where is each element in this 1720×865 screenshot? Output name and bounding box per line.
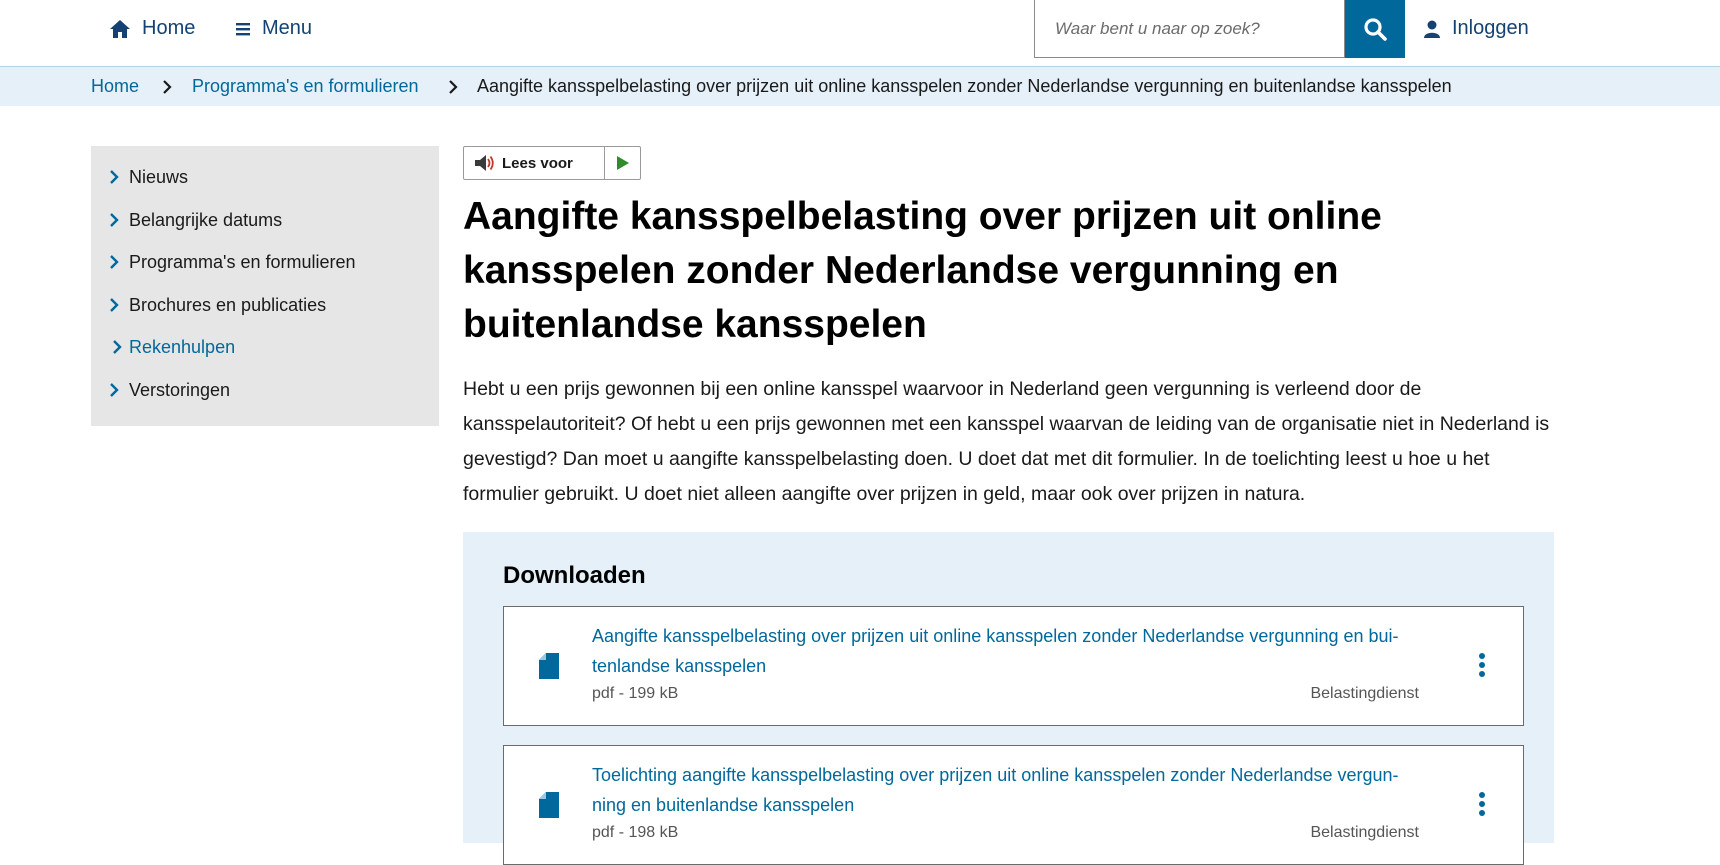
- menu-button-label: Menu: [262, 17, 313, 39]
- more-vertical-icon[interactable]: [1475, 653, 1489, 677]
- login-link-label: Inloggen: [1452, 17, 1529, 39]
- file-source: Belastingdienst: [1310, 685, 1419, 702]
- home-icon: [110, 19, 130, 38]
- sidebar-item-brochures[interactable]: Brochures en publicaties: [109, 289, 326, 321]
- search-icon: [1364, 18, 1387, 41]
- chevron-right-icon: [109, 383, 129, 397]
- file-source: Belastingdienst: [1310, 824, 1419, 841]
- sidebar-item-rekenhulpen[interactable]: Rekenhulpen: [112, 331, 235, 363]
- download-item: Toelichting aangifte kansspelbelasting o…: [503, 745, 1524, 865]
- chevron-right-icon: [109, 255, 129, 269]
- search-input[interactable]: [1034, 0, 1345, 58]
- read-aloud-label: Lees voor: [502, 154, 573, 172]
- sidebar-item-label: Nieuws: [129, 166, 189, 187]
- more-vertical-icon[interactable]: [1475, 792, 1489, 816]
- download-link[interactable]: Aangifte kansspelbelasting over prijzen …: [592, 621, 1422, 681]
- site-header: Home Menu Inloggen: [0, 0, 1720, 67]
- sidebar-item-label: Programma's en formulieren: [129, 251, 356, 272]
- sidebar-item-programmas[interactable]: Programma's en formulieren: [109, 246, 356, 278]
- file-meta: pdf - 198 kB: [592, 824, 679, 841]
- breadcrumb-current: Aangifte kansspelbelasting over prijzen …: [477, 76, 1452, 96]
- sidebar-item-label: Verstoringen: [129, 379, 231, 400]
- sidebar-item-label: Rekenhulpen: [129, 336, 236, 357]
- user-icon: [1424, 20, 1440, 38]
- page-title: Aangifte kansspelbelasting over prijzen …: [463, 195, 1382, 346]
- download-item: Aangifte kansspelbelasting over prijzen …: [503, 606, 1524, 726]
- chevron-right-icon: [109, 170, 129, 184]
- home-link-label: Home: [142, 17, 196, 39]
- downloads-section: Downloaden Aangifte kansspelbelasting ov…: [463, 532, 1554, 865]
- breadcrumb-home[interactable]: Home: [91, 67, 139, 106]
- play-button[interactable]: [605, 147, 640, 179]
- breadcrumb-programmas[interactable]: Programma's en formulieren: [192, 67, 419, 106]
- sidebar-item-verstoringen[interactable]: Verstoringen: [109, 374, 230, 406]
- chevron-right-icon: [162, 67, 172, 106]
- play-icon: [616, 156, 629, 170]
- download-link[interactable]: Toelichting aangifte kansspelbelasting o…: [592, 760, 1422, 820]
- intro-text: Hebt u een prijs gewonnen bij een online…: [463, 378, 1550, 505]
- chevron-right-icon: [109, 213, 129, 227]
- sidebar-nav: Nieuws Belangrijke datums Programma's en…: [91, 146, 439, 426]
- chevron-right-icon: [112, 340, 129, 354]
- menu-button[interactable]: Menu: [236, 0, 312, 57]
- breadcrumb: Home Programma's en formulieren Aangifte…: [0, 67, 1720, 106]
- file-icon: [539, 653, 559, 679]
- file-icon: [539, 792, 559, 818]
- sidebar-item-belangrijke-datums[interactable]: Belangrijke datums: [109, 204, 282, 236]
- read-aloud-button[interactable]: Lees voor: [464, 147, 605, 179]
- home-link[interactable]: Home: [110, 0, 195, 57]
- speaker-icon: [475, 155, 494, 171]
- sidebar-item-label: Brochures en publicaties: [129, 294, 327, 315]
- chevron-right-icon: [448, 67, 458, 106]
- search-button[interactable]: [1345, 0, 1405, 58]
- sidebar-item-nieuws[interactable]: Nieuws: [109, 161, 188, 193]
- chevron-right-icon: [109, 298, 129, 312]
- file-meta: pdf - 199 kB: [592, 685, 679, 702]
- readspeaker-widget: Lees voor: [463, 146, 641, 180]
- sidebar-item-label: Belangrijke datums: [129, 209, 283, 230]
- menu-icon: [236, 22, 250, 35]
- downloads-title: Downloaden: [503, 562, 646, 589]
- login-link[interactable]: Inloggen: [1424, 0, 1529, 57]
